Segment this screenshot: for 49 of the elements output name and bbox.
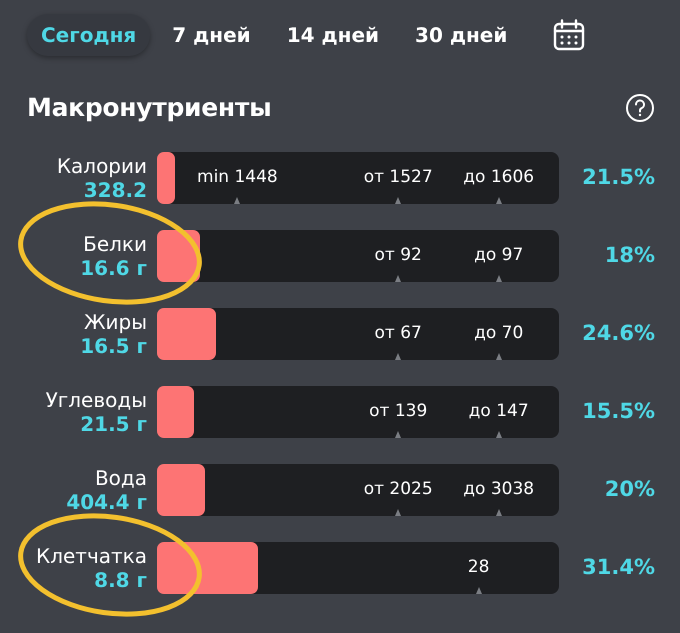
- nutrient-amount: 8.8 г: [94, 568, 147, 592]
- marker-triangle-icon: [395, 509, 402, 516]
- calendar-icon[interactable]: [553, 19, 586, 51]
- target-label: min 1448: [197, 166, 278, 188]
- section-title: Макронутриенты: [27, 92, 272, 124]
- marker-triangle-icon: [395, 275, 402, 282]
- target-label: от 67: [374, 322, 422, 344]
- target-label: до 1606: [463, 166, 534, 188]
- marker-triangle-icon: [395, 353, 402, 360]
- percent-value: 15.5%: [582, 398, 655, 426]
- target-label: до 147: [468, 400, 529, 422]
- period-tab[interactable]: Сегодня: [27, 14, 150, 56]
- help-icon[interactable]: [625, 93, 655, 123]
- nutrient-amount: 328.2: [84, 178, 147, 202]
- target-label: до 70: [474, 322, 524, 344]
- percent-value: 20%: [604, 476, 655, 504]
- nutrient-amount: 16.6 г: [80, 256, 147, 280]
- marker-triangle-icon: [496, 353, 502, 360]
- period-tab[interactable]: 7 дней: [158, 14, 265, 56]
- marker-triangle-icon: [496, 275, 502, 282]
- percent-value: 31.4%: [582, 554, 655, 582]
- target-label: до 97: [474, 244, 524, 266]
- nutrient-name: Вода: [94, 466, 147, 490]
- marker-triangle-icon: [395, 431, 402, 438]
- marker-triangle-icon: [476, 587, 482, 594]
- nutrient-name: Клетчатка: [36, 544, 147, 568]
- percent-value: 24.6%: [582, 320, 655, 348]
- nutrient-name: Углеводы: [46, 388, 147, 412]
- marker-triangle-icon: [496, 509, 502, 516]
- target-label: 28: [468, 556, 490, 578]
- period-tab[interactable]: 30 дней: [401, 14, 522, 56]
- target-label: до 3038: [463, 478, 534, 500]
- nutrient-amount: 21.5 г: [80, 412, 147, 436]
- period-tab[interactable]: 14 дней: [272, 14, 394, 56]
- nutrient-name: Калории: [56, 154, 147, 178]
- marker-triangle-icon: [395, 197, 402, 204]
- percent-value: 18%: [604, 242, 655, 270]
- percent-value: 21.5%: [582, 164, 655, 192]
- marker-triangle-icon: [496, 197, 502, 204]
- nutrient-amount: 16.5 г: [80, 334, 147, 358]
- target-label: от 1527: [364, 166, 433, 188]
- nutrient-amount: 404.4 г: [66, 490, 147, 514]
- target-label: от 92: [374, 244, 422, 266]
- nutrient-name: Жиры: [84, 310, 147, 334]
- target-label: от 139: [369, 400, 428, 422]
- marker-triangle-icon: [496, 431, 502, 438]
- marker-triangle-icon: [234, 197, 240, 204]
- nutrient-name: Белки: [83, 232, 147, 256]
- target-label: от 2025: [364, 478, 433, 500]
